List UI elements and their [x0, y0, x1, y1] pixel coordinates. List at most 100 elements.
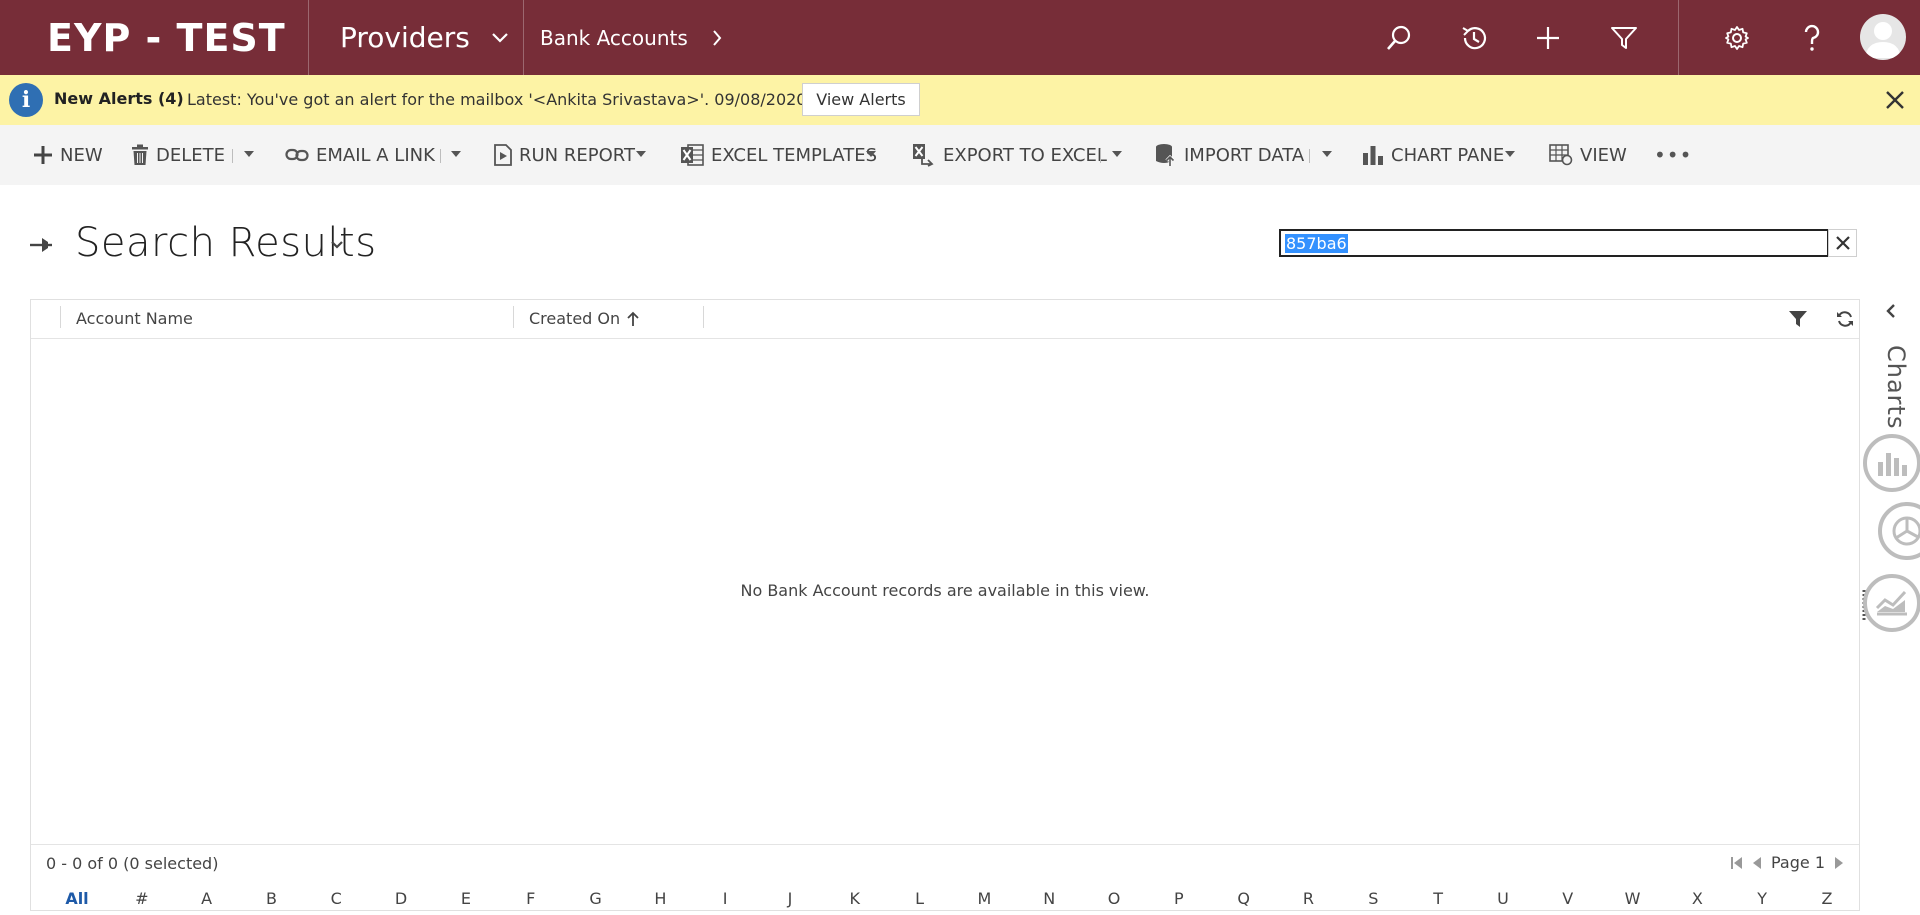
letter-filter-item[interactable]: W — [1618, 889, 1648, 908]
close-icon[interactable] — [1884, 89, 1906, 111]
email-link-dropdown-caret[interactable] — [451, 151, 461, 157]
letter-filter-item[interactable]: C — [321, 889, 351, 908]
more-commands-button[interactable]: ••• — [1654, 140, 1692, 170]
delete-dropdown-caret[interactable] — [244, 151, 254, 157]
area-switcher[interactable]: Providers — [309, 0, 523, 75]
top-nav-bar: EYP - TEST Providers Bank Accounts — [0, 0, 1920, 75]
excel-templates-dropdown-caret[interactable] — [866, 151, 876, 157]
email-link-label: EMAIL A LINK — [316, 144, 435, 166]
excel-templates-button[interactable]: EXCEL TEMPLATES — [680, 140, 877, 170]
letter-filter-item[interactable]: Q — [1229, 889, 1259, 908]
letter-filter-item[interactable]: X — [1682, 889, 1712, 908]
letter-filter-item[interactable]: G — [581, 889, 611, 908]
letter-filter-item[interactable]: D — [386, 889, 416, 908]
pager: Page 1 — [1731, 853, 1845, 872]
avatar[interactable] — [1860, 14, 1906, 60]
import-data-dropdown-caret[interactable] — [1322, 151, 1332, 157]
letter-filter-item[interactable]: U — [1488, 889, 1518, 908]
letter-filter-item[interactable]: P — [1164, 889, 1194, 908]
chevron-down-icon — [492, 32, 508, 43]
trash-icon — [132, 144, 148, 165]
view-icon — [1549, 144, 1573, 166]
column-divider — [60, 306, 61, 328]
filter-icon[interactable] — [1788, 310, 1810, 330]
chevron-right-icon — [712, 29, 722, 46]
bar-chart-icon[interactable] — [1863, 434, 1920, 492]
letter-filter-item[interactable]: E — [451, 889, 481, 908]
letter-filter-item[interactable]: J — [775, 889, 805, 908]
command-divider — [232, 149, 233, 163]
first-page-icon[interactable] — [1731, 856, 1743, 870]
letter-filter-item[interactable]: I — [710, 889, 740, 908]
letter-filter-item[interactable]: M — [969, 889, 999, 908]
letter-filter-item[interactable]: K — [840, 889, 870, 908]
alert-title: New Alerts (4) — [54, 89, 184, 108]
import-data-button[interactable]: IMPORT DATA — [1155, 140, 1304, 170]
letter-filter-item[interactable]: H — [645, 889, 675, 908]
letter-filter-item[interactable]: # — [127, 889, 157, 908]
run-report-dropdown-caret[interactable] — [636, 151, 646, 157]
chevron-left-icon[interactable] — [1884, 303, 1898, 319]
area-label: Providers — [340, 21, 470, 54]
pie-chart-icon[interactable] — [1878, 502, 1920, 560]
add-icon[interactable] — [1528, 18, 1568, 58]
chevron-down-icon[interactable] — [330, 240, 344, 250]
export-excel-button[interactable]: EXPORT TO EXCEL — [912, 140, 1107, 170]
letter-filter-item[interactable]: Y — [1747, 889, 1777, 908]
run-report-button[interactable]: RUN REPORT — [494, 140, 635, 170]
filter-icon[interactable] — [1604, 18, 1644, 58]
letter-filter-item[interactable]: T — [1423, 889, 1453, 908]
letter-filter-item[interactable]: S — [1358, 889, 1388, 908]
letter-filter-item[interactable]: V — [1553, 889, 1583, 908]
new-button[interactable]: NEW — [33, 140, 103, 170]
letter-filter-item[interactable]: F — [516, 889, 546, 908]
clear-search-icon[interactable] — [1828, 229, 1857, 257]
letter-filter-bar: All # A B C D E F G H I J K L M N O P Q R S T U V W X Y Z — [31, 889, 1859, 909]
next-page-icon[interactable] — [1833, 856, 1845, 870]
link-icon — [285, 148, 309, 162]
column-header-created-on[interactable]: Created On — [529, 309, 640, 328]
export-excel-icon — [913, 144, 934, 167]
plus-icon — [34, 146, 52, 164]
refresh-icon[interactable] — [1836, 310, 1858, 330]
search-input[interactable]: 857ba6 — [1279, 229, 1829, 257]
letter-filter-item[interactable]: O — [1099, 889, 1129, 908]
alert-bar: i New Alerts (4) Latest: You've got an a… — [0, 75, 1920, 125]
recent-icon[interactable] — [1454, 18, 1494, 58]
view-button[interactable]: VIEW — [1549, 140, 1627, 170]
delete-button[interactable]: DELETE — [131, 140, 225, 170]
column-divider — [513, 306, 514, 328]
column-divider — [703, 306, 704, 328]
letter-filter-item[interactable]: B — [256, 889, 286, 908]
letter-filter-item[interactable]: N — [1034, 889, 1064, 908]
column-label: Account Name — [76, 309, 193, 328]
chart-pane-button[interactable]: CHART PANE — [1362, 140, 1504, 170]
grid-header: Account Name Created On — [31, 300, 1859, 339]
view-alerts-button[interactable]: View Alerts — [802, 83, 920, 116]
grid-footer: 0 - 0 of 0 (0 selected) Page 1 All # A B C D E… — [31, 844, 1859, 913]
email-link-button[interactable]: EMAIL A LINK — [285, 140, 435, 170]
letter-filter-item[interactable]: R — [1293, 889, 1323, 908]
export-excel-dropdown-caret[interactable] — [1112, 151, 1122, 157]
export-excel-label: EXPORT TO EXCEL — [943, 144, 1107, 166]
column-header-account-name[interactable]: Account Name — [76, 309, 193, 328]
previous-page-icon[interactable] — [1751, 856, 1763, 870]
line-chart-icon[interactable] — [1863, 574, 1920, 632]
excel-templates-label: EXCEL TEMPLATES — [711, 144, 877, 166]
help-icon[interactable] — [1792, 18, 1832, 58]
record-count: 0 - 0 of 0 (0 selected) — [46, 854, 219, 873]
letter-filter-item[interactable]: All — [62, 889, 92, 908]
letter-filter-item[interactable]: L — [905, 889, 935, 908]
chart-pane-dropdown-caret[interactable] — [1505, 151, 1515, 157]
letter-filter-item[interactable]: Z — [1812, 889, 1842, 908]
letter-filter-item[interactable]: A — [192, 889, 222, 908]
pin-icon[interactable] — [28, 232, 54, 258]
settings-icon[interactable] — [1717, 18, 1757, 58]
charts-pane-label[interactable]: Charts — [1882, 345, 1910, 429]
entity-breadcrumb[interactable]: Bank Accounts — [524, 0, 722, 75]
excel-icon — [681, 144, 704, 166]
command-divider — [1309, 149, 1310, 163]
app-brand[interactable]: EYP - TEST — [0, 0, 308, 75]
search-icon[interactable] — [1379, 18, 1419, 58]
command-divider — [1100, 149, 1101, 163]
